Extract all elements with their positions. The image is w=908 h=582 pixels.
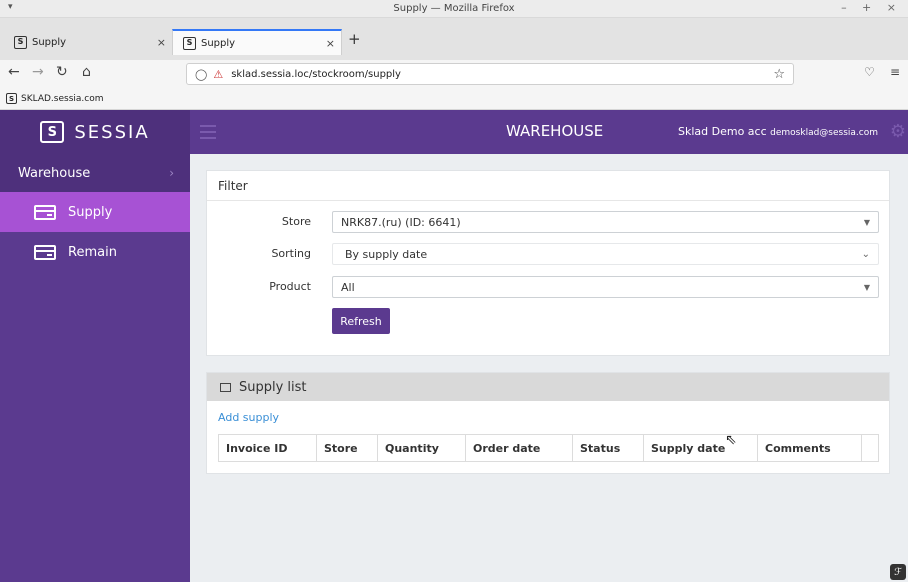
chevron-right-icon: › [169, 166, 174, 180]
card-icon [34, 204, 56, 220]
sessia-logo[interactable]: S SESSIA [0, 110, 190, 154]
window-controls[interactable]: – + × [841, 1, 902, 14]
card-icon [34, 244, 56, 260]
column-header-store[interactable]: Store [317, 435, 378, 461]
column-header-quantity[interactable]: Quantity [378, 435, 466, 461]
supply-list-header: Supply list [207, 373, 889, 401]
column-header-invoice-id[interactable]: Invoice ID [219, 435, 317, 461]
supply-list-title: Supply list [239, 379, 307, 395]
insecure-lock-icon[interactable]: ⚠ [213, 68, 223, 81]
list-icon [220, 382, 231, 392]
sidebar-item-remain[interactable]: Remain [0, 232, 190, 272]
sorting-select[interactable]: By supply date ⌄ [332, 243, 879, 265]
filter-row-sorting: Sorting By supply date ⌄ [207, 243, 891, 265]
add-supply-link[interactable]: Add supply [218, 411, 279, 424]
store-select[interactable]: NRK87.(ru) (ID: 6641) ▼ [332, 211, 879, 233]
sidebar-toggle-icon[interactable] [200, 125, 216, 139]
filter-panel-title: Filter [207, 171, 889, 201]
site-favicon-icon: S [14, 35, 27, 49]
tab-supply-2[interactable]: S Supply × [172, 29, 342, 55]
product-label: Product [269, 280, 311, 293]
tab-label: Supply [32, 36, 67, 48]
column-header-comments[interactable]: Comments [758, 435, 862, 461]
user-name: Sklad Demo acc [677, 125, 767, 138]
store-label: Store [281, 215, 311, 228]
reload-icon[interactable]: ↻ [56, 64, 68, 80]
bookmark-sklad[interactable]: SKLAD.sessia.com [21, 94, 104, 104]
url-bar[interactable]: ◯ ⚠ sklad.sessia.loc/stockroom/supply ☆ [186, 63, 794, 85]
back-arrow-icon[interactable]: ← [8, 64, 20, 80]
tab-supply-1[interactable]: S Supply × [4, 29, 172, 55]
sidebar-item-supply[interactable]: Supply [0, 192, 190, 232]
hamburger-menu-icon[interactable]: ≡ [890, 65, 900, 79]
column-header-status[interactable]: Status [573, 435, 644, 461]
sidebar: Warehouse › Supply Remain [0, 154, 190, 582]
site-favicon-icon: S [6, 93, 17, 104]
tab-label: Supply [201, 37, 236, 49]
app-header: S SESSIA WAREHOUSE Sklad Demo acc demosk… [0, 110, 908, 154]
store-value: NRK87.(ru) (ID: 6641) [341, 215, 461, 229]
site-favicon-icon: S [183, 36, 196, 50]
page-title: WAREHOUSE [506, 122, 604, 140]
home-icon[interactable]: ⌂ [82, 64, 91, 80]
column-header-extra [862, 435, 878, 461]
corner-badge-icon: ℱ [890, 564, 906, 580]
mouse-cursor-icon: ⇖ [725, 432, 737, 448]
column-header-order-date[interactable]: Order date [466, 435, 573, 461]
app-viewport: S SESSIA WAREHOUSE Sklad Demo acc demosk… [0, 110, 908, 582]
sorting-label: Sorting [271, 247, 311, 260]
refresh-button[interactable]: Refresh [332, 308, 390, 334]
sidebar-item-label: Remain [68, 244, 117, 260]
sidebar-heading-warehouse[interactable]: Warehouse › [0, 154, 190, 192]
filter-row-store: Store NRK87.(ru) (ID: 6641) ▼ [207, 211, 891, 233]
user-account[interactable]: Sklad Demo acc demosklad@sessia.com [678, 125, 878, 138]
bookmark-star-icon[interactable]: ☆ [773, 67, 785, 82]
column-header-supply-date[interactable]: Supply date [644, 435, 758, 461]
shield-icon[interactable]: ◯ [195, 68, 207, 81]
close-tab-icon[interactable]: × [157, 36, 166, 49]
user-email: demosklad@sessia.com [770, 128, 878, 138]
gear-icon[interactable]: ⚙ [890, 121, 906, 142]
logo-text: SESSIA [74, 121, 150, 143]
supply-list-panel: Supply list Add supply Invoice ID Store … [206, 372, 890, 474]
tab-strip: S Supply × S Supply × + [0, 18, 908, 60]
logo-mark-icon: S [40, 121, 65, 143]
window-titlebar: ▾ Supply — Mozilla Firefox – + × [0, 0, 908, 18]
forward-arrow-icon[interactable]: → [32, 64, 44, 80]
pocket-icon[interactable]: ♡ [864, 65, 875, 79]
url-text: sklad.sessia.loc/stockroom/supply [231, 68, 401, 80]
sidebar-item-label: Supply [68, 204, 113, 220]
chevron-down-icon: ▼ [863, 282, 870, 292]
filter-row-product: Product All ▼ [207, 276, 891, 298]
chevron-down-icon: ▼ [863, 217, 870, 227]
product-value: All [341, 280, 355, 294]
sorting-value: By supply date [345, 247, 428, 261]
new-tab-plus-icon[interactable]: + [348, 30, 361, 48]
filter-panel: Filter Store NRK87.(ru) (ID: 6641) ▼ Sor… [206, 170, 890, 356]
sidebar-heading-label: Warehouse [18, 165, 91, 181]
close-tab-icon[interactable]: × [326, 37, 335, 50]
window-title: Supply — Mozilla Firefox [393, 3, 515, 14]
chevron-down-icon: ⌄ [861, 248, 870, 260]
bookmarks-toolbar: S SKLAD.sessia.com [0, 88, 908, 110]
supply-table-header: Invoice ID Store Quantity Order date Sta… [218, 434, 879, 462]
navigation-toolbar: ← → ↻ ⌂ ◯ ⚠ sklad.sessia.loc/stockroom/s… [0, 60, 908, 88]
product-select[interactable]: All ▼ [332, 276, 879, 298]
